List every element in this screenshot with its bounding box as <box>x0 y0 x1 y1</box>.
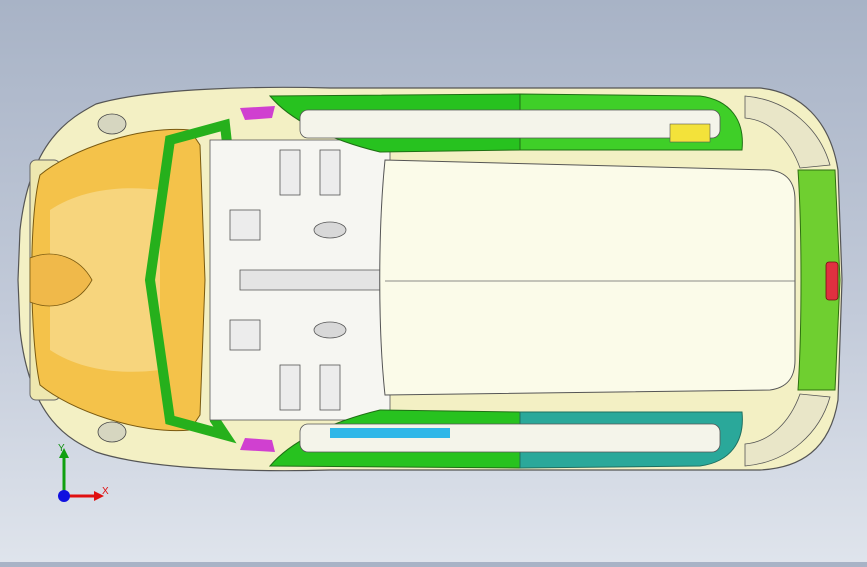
top-yellow-accent <box>669 123 711 143</box>
cad-viewport[interactable]: Y X <box>0 0 867 562</box>
magenta-accent-top <box>240 106 275 120</box>
mirror-top <box>97 113 127 135</box>
top-window-cutout <box>299 109 721 139</box>
roof-panel <box>379 159 796 396</box>
car-model-drawing[interactable] <box>0 0 867 562</box>
axis-triad: Y X <box>46 440 126 520</box>
mirror-bottom <box>97 421 127 443</box>
magenta-accent-bottom <box>240 438 275 452</box>
bottom-cyan-accent <box>330 428 450 438</box>
x-axis-label: X <box>102 486 109 497</box>
tail-lamp <box>825 261 839 301</box>
y-axis-label: Y <box>58 443 65 454</box>
